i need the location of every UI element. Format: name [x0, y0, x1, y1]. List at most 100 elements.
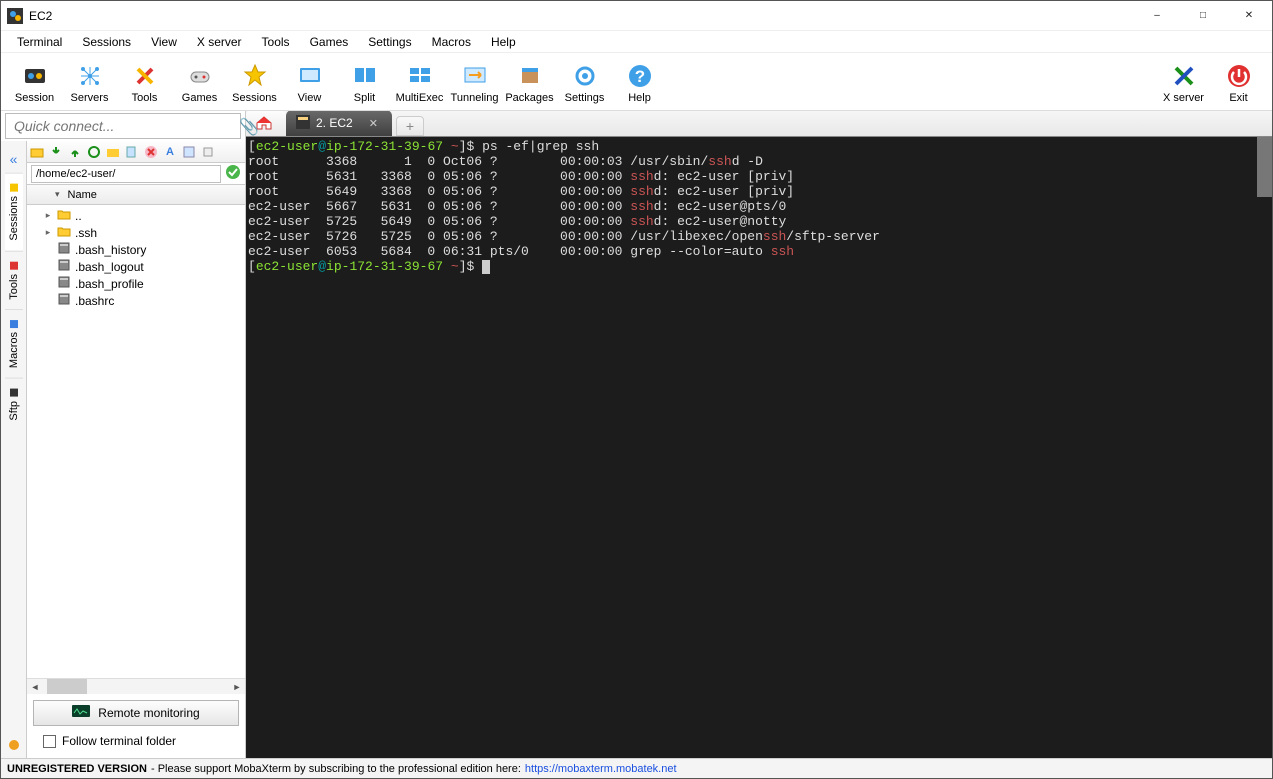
sftp-row[interactable]: .bash_history — [29, 241, 243, 258]
status-link[interactable]: https://mobaxterm.mobatek.net — [525, 763, 677, 775]
status-message: - Please support MobaXterm by subscribin… — [151, 763, 521, 775]
macros-tab-icon — [10, 320, 18, 328]
session-icon — [21, 62, 49, 90]
toolbar-label: View — [298, 92, 322, 104]
sftp-item-name: .bashrc — [75, 294, 114, 308]
vtab-tools[interactable]: Tools — [5, 251, 23, 310]
sessions-tab-icon — [10, 184, 18, 192]
menu-view[interactable]: View — [141, 33, 187, 51]
follow-terminal-checkbox[interactable] — [43, 735, 56, 748]
menu-help[interactable]: Help — [481, 33, 526, 51]
quick-connect-input[interactable] — [5, 113, 241, 139]
toolbar-xserver-button[interactable]: X server — [1156, 62, 1211, 104]
settings-icon — [571, 62, 599, 90]
remote-monitoring-button[interactable]: Remote monitoring — [33, 700, 239, 726]
sftp-row[interactable]: ▸.. — [29, 207, 243, 224]
remote-monitoring-label: Remote monitoring — [98, 706, 199, 720]
menu-games[interactable]: Games — [300, 33, 359, 51]
toolbar-label: Settings — [565, 92, 605, 104]
refresh-icon[interactable] — [86, 144, 102, 160]
toolbar-servers-button[interactable]: Servers — [62, 62, 117, 104]
toolbar-tools-button[interactable]: Tools — [117, 62, 172, 104]
menu-x-server[interactable]: X server — [187, 33, 252, 51]
sftp-row[interactable]: .bashrc — [29, 292, 243, 309]
delete-icon[interactable] — [143, 144, 159, 160]
tab-close-icon[interactable]: ✕ — [369, 117, 378, 130]
sftp-panel: A ▾ Name ▸..▸.ssh.bash_history .bash_logo… — [27, 141, 245, 758]
menu-settings[interactable]: Settings — [358, 33, 421, 51]
terminal-output[interactable]: [ec2-user@ip-172-31-39-67 ~]$ ps -ef|gre… — [246, 137, 1272, 758]
sftp-item-name: .bash_profile — [75, 277, 144, 291]
upload-icon[interactable] — [67, 144, 83, 160]
app-icon — [7, 8, 23, 24]
toolbar-split-button[interactable]: Split — [337, 62, 392, 104]
sftp-row[interactable]: ▸.ssh — [29, 224, 243, 241]
menu-terminal[interactable]: Terminal — [7, 33, 72, 51]
vertical-tabs: « SessionsToolsMacrosSftp — [1, 141, 27, 758]
edit-icon[interactable] — [181, 144, 197, 160]
toolbar-label: Session — [15, 92, 54, 104]
toolbar-tunneling-button[interactable]: Tunneling — [447, 62, 502, 104]
sftp-path-bar — [27, 163, 245, 185]
tab-active[interactable]: 2. EC2 ✕ — [286, 111, 392, 136]
toolbar-games-button[interactable]: Games — [172, 62, 227, 104]
multiexec-icon — [406, 62, 434, 90]
vtab-sessions[interactable]: Sessions — [5, 173, 23, 251]
permissions-icon[interactable] — [200, 144, 216, 160]
toolbar-label: Tunneling — [451, 92, 499, 104]
toolbar-multiexec-button[interactable]: MultiExec — [392, 62, 447, 104]
side-panel: 📎 « SessionsToolsMacrosSftp A — [1, 111, 246, 758]
status-unregistered: UNREGISTERED VERSION — [7, 763, 147, 775]
filter-text-icon[interactable]: A — [162, 144, 178, 160]
view-icon — [296, 62, 324, 90]
attach-icon[interactable]: 📎 — [239, 117, 259, 137]
toolbar-settings-button[interactable]: Settings — [557, 62, 612, 104]
toolbar-label: X server — [1163, 92, 1204, 104]
download-icon[interactable] — [48, 144, 64, 160]
toolbar-label: Packages — [505, 92, 553, 104]
toolbar-exit-button[interactable]: Exit — [1211, 62, 1266, 104]
menu-tools[interactable]: Tools — [252, 33, 300, 51]
toolbar-session-button[interactable]: Session — [7, 62, 62, 104]
sftp-row[interactable]: .bash_logout — [29, 258, 243, 275]
file-icon — [57, 259, 71, 274]
sftp-item-name: .bash_logout — [75, 260, 144, 274]
toolbar-view-button[interactable]: View — [282, 62, 337, 104]
follow-terminal-label: Follow terminal folder — [62, 734, 176, 748]
servers-icon — [76, 62, 104, 90]
toolbar-packages-button[interactable]: Packages — [502, 62, 557, 104]
sftp-row[interactable]: .bash_profile — [29, 275, 243, 292]
status-dot-icon — [9, 740, 19, 750]
copy-icon[interactable] — [124, 144, 140, 160]
toolbar-sessions-button[interactable]: Sessions — [227, 62, 282, 104]
close-button[interactable]: ✕ — [1226, 1, 1272, 31]
tab-label: 2. EC2 — [316, 116, 353, 130]
menubar: TerminalSessionsViewX serverToolsGamesSe… — [1, 31, 1272, 53]
toolbar-label: Games — [182, 92, 217, 104]
vtab-sftp[interactable]: Sftp — [5, 378, 23, 431]
terminal-scrollbar[interactable] — [1257, 137, 1272, 758]
toolbar-label: Split — [354, 92, 375, 104]
menu-macros[interactable]: Macros — [422, 33, 481, 51]
collapse-sidebar-button[interactable]: « — [10, 145, 18, 173]
folder-open-icon[interactable] — [105, 144, 121, 160]
svg-text:?: ? — [634, 67, 644, 86]
maximize-button[interactable]: □ — [1180, 1, 1226, 31]
follow-terminal-row[interactable]: Follow terminal folder — [33, 730, 239, 752]
split-icon — [351, 62, 379, 90]
sftp-item-name: .. — [75, 209, 82, 223]
sftp-hscrollbar[interactable]: ◄► — [27, 678, 245, 694]
file-icon — [57, 242, 71, 257]
toolbar-label: Exit — [1229, 92, 1247, 104]
folder-icon — [57, 225, 71, 240]
sftp-tab-icon — [10, 389, 18, 397]
tab-add-button[interactable]: + — [396, 116, 424, 136]
sftp-path-input[interactable] — [31, 165, 221, 183]
packages-icon — [516, 62, 544, 90]
menu-sessions[interactable]: Sessions — [72, 33, 141, 51]
folder-new-icon[interactable] — [29, 144, 45, 160]
toolbar-help-button[interactable]: ?Help — [612, 62, 667, 104]
minimize-button[interactable]: – — [1134, 1, 1180, 31]
vtab-macros[interactable]: Macros — [5, 309, 23, 378]
sftp-column-header[interactable]: ▾ Name — [27, 185, 245, 205]
